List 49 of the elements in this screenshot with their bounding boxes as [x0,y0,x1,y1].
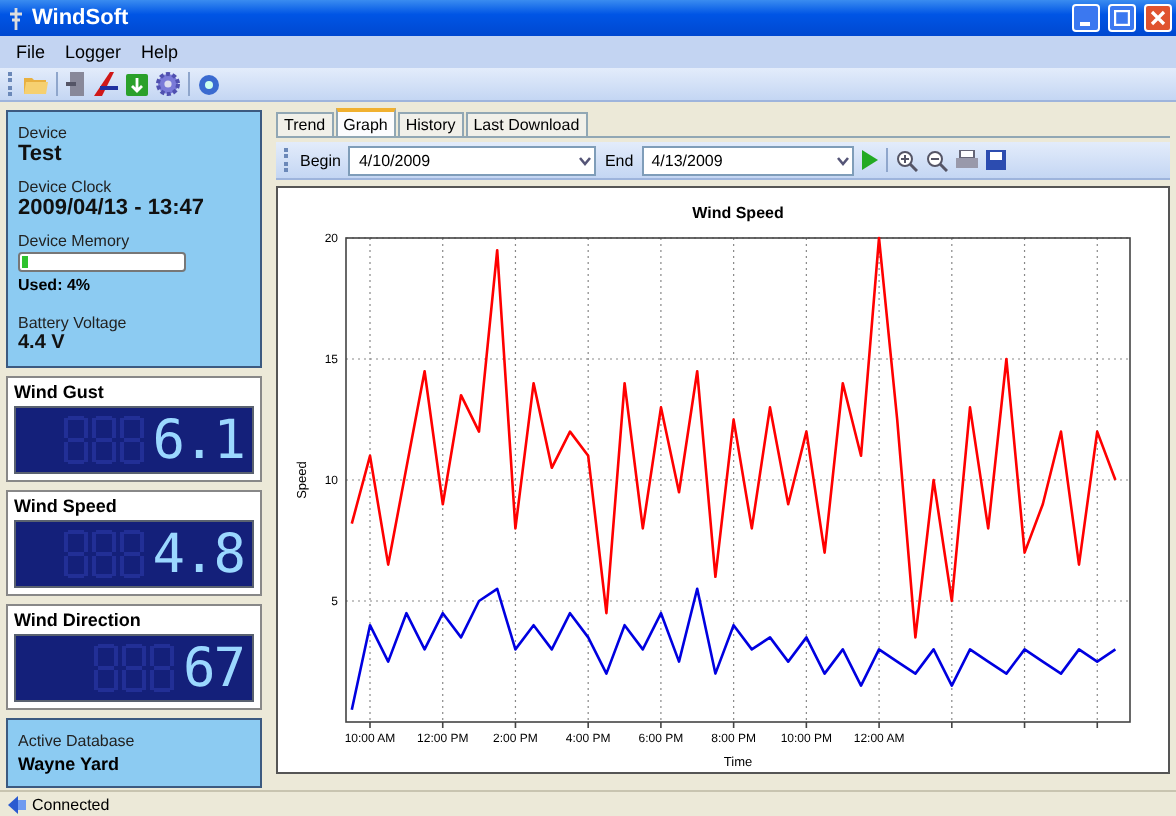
minimize-button[interactable] [1072,4,1100,32]
readout-label: Wind Speed [14,496,119,516]
menu-item[interactable]: Logger [65,42,122,62]
clock-label: Device Clock [18,178,114,196]
help-icon[interactable] [198,73,220,95]
led-ghost-digits-drawing [64,528,149,580]
window-title: WindSoft [32,6,131,30]
device-name: Test [18,142,64,166]
status-text: Connected [32,795,110,813]
end-date-field[interactable]: 4/13/2009 [641,145,854,175]
close-button[interactable] [1144,4,1172,32]
led-value: 4.8 [152,523,244,585]
tab[interactable]: Last Download [465,112,588,136]
menu-item[interactable]: File [16,42,46,62]
begin-date-field[interactable]: 4/10/2009 [348,145,597,175]
save-icon[interactable] [985,150,1006,170]
readout-label: Wind Direction [14,610,143,630]
begin-label: Begin [300,151,341,169]
close-icon [1150,10,1166,26]
download-icon[interactable] [126,73,148,95]
readout-label: Wind Gust [14,382,106,402]
antenna-icon [8,6,24,30]
led-ghost-digits-drawing [64,414,149,466]
maximize-icon [1114,10,1130,26]
device-clock: 2009/04/13 - 13:47 [18,196,206,220]
led-value: 67 [182,637,244,699]
device-label: Device [18,124,69,142]
plug-icon [8,795,26,813]
tab[interactable]: Trend [276,112,334,136]
database-label: Active Database [18,732,137,750]
zoom-out-icon[interactable] [925,149,948,171]
menu-item[interactable]: Help [141,42,179,62]
tab[interactable]: Graph [335,108,396,136]
memory-label: Device Memory [18,232,132,250]
memory-used: Used: 4% [18,276,93,294]
tab[interactable]: History [397,112,464,136]
arrow-logo-icon[interactable] [94,72,118,96]
settings-icon[interactable] [156,72,180,96]
chart-title: Wind Speed [692,204,784,222]
end-label: End [604,151,634,169]
maximize-button[interactable] [1108,4,1136,32]
battery-label: Battery Voltage [18,314,129,332]
database-name: Wayne Yard [18,754,122,774]
led-value: 6.1 [152,409,244,471]
printer-icon[interactable] [955,150,978,170]
door-icon[interactable] [66,72,86,96]
led-ghost-digits-drawing [94,642,179,694]
battery-voltage: 4.4 V [18,332,67,354]
zoom-in-icon[interactable] [895,149,918,171]
